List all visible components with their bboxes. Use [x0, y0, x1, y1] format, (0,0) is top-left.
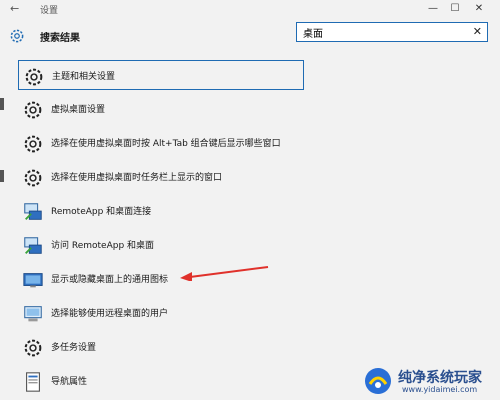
remoteapp-icon: [22, 201, 44, 223]
window-title: 设置: [40, 6, 59, 16]
clear-search-icon[interactable]: ✕: [473, 25, 482, 39]
back-button[interactable]: ←: [10, 2, 19, 15]
left-edge-mark: [0, 98, 4, 110]
search-result-item[interactable]: 导航属性: [18, 366, 304, 396]
gear-icon: [10, 29, 24, 43]
search-result-item[interactable]: 虚拟桌面设置: [18, 94, 304, 124]
title-bar: ← 设置 — ☐ ✕: [0, 0, 500, 18]
minimize-button[interactable]: —: [422, 0, 444, 18]
watermark-text: 纯净系统玩家: [398, 370, 482, 386]
search-result-item[interactable]: 主题和相关设置: [18, 60, 304, 90]
gear-icon: [22, 337, 44, 359]
search-result-item[interactable]: 选择能够使用远程桌面的用户: [18, 298, 304, 328]
gear-icon: [22, 133, 44, 155]
remoteapp-icon: [22, 235, 44, 257]
search-result-item[interactable]: 多任务设置: [18, 332, 304, 362]
gear-icon: [22, 167, 44, 189]
search-result-item[interactable]: 访问 RemoteApp 和桌面: [18, 230, 304, 260]
search-box[interactable]: ✕: [296, 22, 488, 42]
search-result-label: 选择能够使用远程桌面的用户: [51, 309, 169, 319]
page-title: 搜索结果: [40, 33, 80, 44]
gear-icon: [23, 66, 45, 88]
search-result-label: 导航属性: [51, 377, 88, 387]
close-button[interactable]: ✕: [468, 0, 490, 18]
watermark: 纯净系统玩家 www.yidaimei.com: [362, 364, 498, 398]
search-result-label: 显示或隐藏桌面上的通用图标: [51, 275, 169, 285]
search-result-label: 选择在使用虚拟桌面时任务栏上显示的窗口: [51, 173, 223, 183]
left-edge-mark: [0, 170, 4, 182]
watermark-url: www.yidaimei.com: [402, 385, 478, 394]
remote-desktop-icon: [22, 303, 44, 325]
search-result-item[interactable]: 选择在使用虚拟桌面时任务栏上显示的窗口: [18, 162, 304, 192]
navigation-properties-icon: [22, 371, 44, 393]
search-result-item[interactable]: RemoteApp 和桌面连接: [18, 196, 304, 226]
annotation-arrow: [180, 266, 269, 281]
search-input[interactable]: [303, 25, 463, 39]
search-result-label: 访问 RemoteApp 和桌面: [51, 241, 155, 251]
desktop-icon: [22, 269, 44, 291]
gear-icon: [22, 99, 44, 121]
search-result-label: 多任务设置: [51, 343, 97, 353]
maximize-button[interactable]: ☐: [444, 0, 466, 18]
search-result-item[interactable]: 选择在使用虚拟桌面时按 Alt+Tab 组合键后显示哪些窗口: [18, 128, 304, 158]
search-result-label: 虚拟桌面设置: [51, 105, 106, 115]
search-result-label: RemoteApp 和桌面连接: [51, 207, 152, 217]
search-result-label: 选择在使用虚拟桌面时按 Alt+Tab 组合键后显示哪些窗口: [51, 139, 281, 149]
watermark-logo-icon: [365, 368, 391, 394]
search-result-label: 主题和相关设置: [52, 72, 116, 82]
